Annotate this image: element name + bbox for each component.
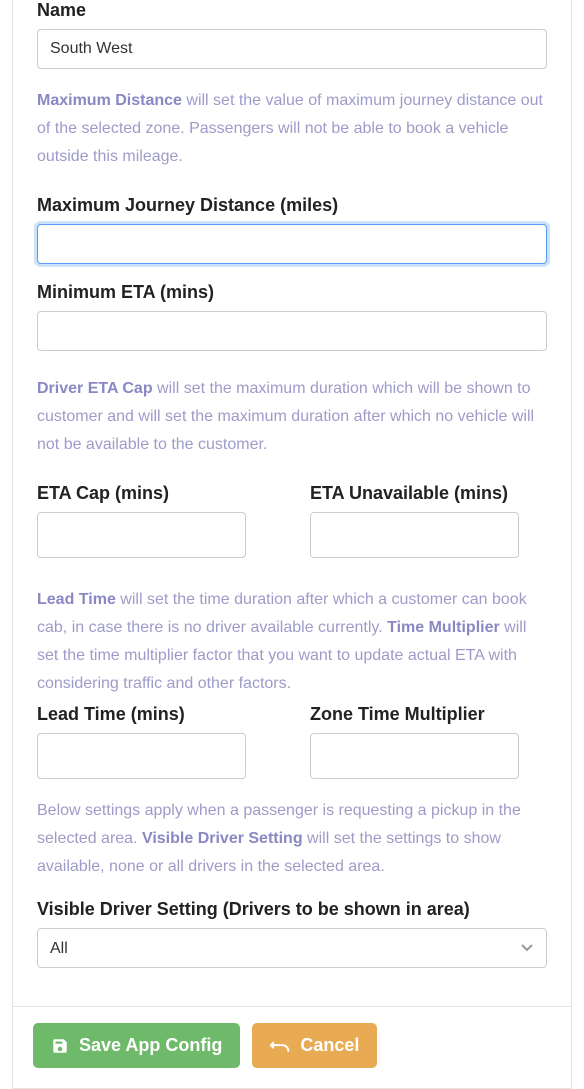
save-icon <box>51 1037 69 1055</box>
eta-unavailable-label: ETA Unavailable (mins) <box>310 483 547 504</box>
help-lead-time: Lead Time will set the time duration aft… <box>37 586 547 698</box>
eta-row: ETA Cap (mins) ETA Unavailable (mins) <box>37 483 547 558</box>
visible-driver-setting-label: Visible Driver Setting (Drivers to be sh… <box>37 899 547 920</box>
min-eta-label: Minimum ETA (mins) <box>37 282 547 303</box>
max-journey-distance-label: Maximum Journey Distance (miles) <box>37 195 547 216</box>
save-button-label: Save App Config <box>79 1035 222 1056</box>
help-eta-cap-bold: Driver ETA Cap <box>37 380 153 397</box>
eta-cap-input[interactable] <box>37 512 246 558</box>
help-visible-bold: Visible Driver Setting <box>142 830 303 847</box>
min-eta-input[interactable] <box>37 311 547 351</box>
help-eta-cap: Driver ETA Cap will set the maximum dura… <box>37 375 547 459</box>
form-panel: Name Maximum Distance will set the value… <box>12 0 572 1007</box>
cancel-button[interactable]: Cancel <box>252 1023 377 1068</box>
name-input[interactable] <box>37 29 547 69</box>
help-lead-bold1: Lead Time <box>37 591 116 608</box>
help-visible-driver: Below settings apply when a passenger is… <box>37 797 547 881</box>
help-lead-bold2: Time Multiplier <box>387 619 500 636</box>
help-max-distance: Maximum Distance will set the value of m… <box>37 87 547 171</box>
lead-time-label: Lead Time (mins) <box>37 704 274 725</box>
undo-icon <box>270 1039 290 1053</box>
visible-driver-setting-select[interactable]: All <box>37 928 547 968</box>
lead-row: Lead Time (mins) Zone Time Multiplier <box>37 704 547 779</box>
help-max-distance-bold: Maximum Distance <box>37 92 182 109</box>
cancel-button-label: Cancel <box>300 1035 359 1056</box>
footer-actions: Save App Config Cancel <box>12 1007 572 1089</box>
eta-cap-label: ETA Cap (mins) <box>37 483 274 504</box>
name-label: Name <box>37 0 547 21</box>
lead-time-input[interactable] <box>37 733 246 779</box>
zone-time-multiplier-input[interactable] <box>310 733 519 779</box>
eta-unavailable-input[interactable] <box>310 512 519 558</box>
save-button[interactable]: Save App Config <box>33 1023 240 1068</box>
max-journey-distance-input[interactable] <box>37 224 547 264</box>
zone-time-multiplier-label: Zone Time Multiplier <box>310 704 547 725</box>
